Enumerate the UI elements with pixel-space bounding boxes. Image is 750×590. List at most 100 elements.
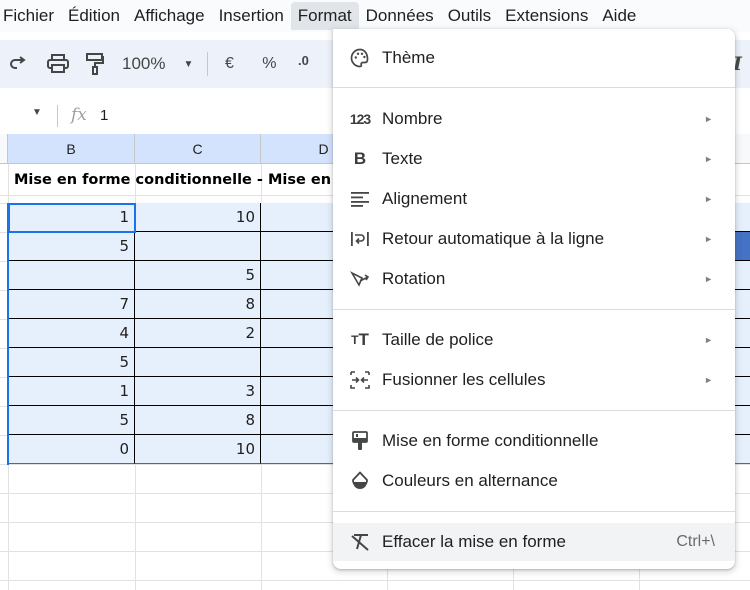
menu-donnees[interactable]: Données	[359, 2, 441, 30]
cell-c4[interactable]: 8	[135, 290, 261, 319]
fx-icon: fx	[71, 105, 87, 125]
column-header-b[interactable]: B	[8, 134, 135, 164]
cell-b7[interactable]: 1	[8, 377, 135, 406]
menu-item-alignment[interactable]: Alignement ►	[333, 181, 735, 217]
menu-item-label: Couleurs en alternance	[382, 471, 558, 490]
cell-c2[interactable]	[135, 232, 261, 261]
cell-b4[interactable]: 7	[8, 290, 135, 319]
submenu-arrow-icon: ►	[704, 154, 713, 164]
redo-button[interactable]	[8, 49, 28, 79]
text-wrap-icon	[349, 228, 371, 250]
menu-item-label: Mise en forme conditionnelle	[382, 431, 599, 450]
menu-divider	[333, 410, 735, 411]
menu-item-number[interactable]: 123 Nombre ►	[333, 101, 735, 137]
menu-aide[interactable]: Aide	[595, 2, 643, 30]
menu-item-label: Rotation	[382, 269, 446, 288]
cell-c3[interactable]: 5	[135, 261, 261, 290]
submenu-arrow-icon: ►	[704, 335, 713, 345]
print-button[interactable]	[46, 49, 70, 79]
formula-input[interactable]: 1	[100, 107, 108, 124]
submenu-arrow-icon: ►	[704, 114, 713, 124]
column-header-c[interactable]: C	[135, 134, 261, 164]
cell-c8[interactable]: 8	[135, 406, 261, 435]
menu-item-conditional-formatting[interactable]: Mise en forme conditionnelle	[333, 423, 735, 459]
menu-item-label: Texte	[382, 149, 423, 168]
active-cell-outline	[8, 203, 136, 233]
menu-edition[interactable]: Édition	[61, 2, 127, 30]
menu-item-label: Alignement	[382, 189, 468, 208]
menu-item-label: Nombre	[382, 109, 443, 128]
chevron-down-icon: ▼	[183, 58, 194, 70]
submenu-arrow-icon: ►	[704, 375, 713, 385]
euro-icon: €	[224, 55, 234, 72]
menu-divider	[333, 309, 735, 310]
cell-b9[interactable]: 0	[8, 435, 135, 464]
shortcut-label: Ctrl+\	[676, 533, 715, 550]
menu-bar: Fichier Édition Affichage Insertion Form…	[0, 0, 750, 32]
cell-b2[interactable]: 5	[8, 232, 135, 261]
cell-c6[interactable]	[135, 348, 261, 377]
paint-roller-icon	[349, 430, 371, 452]
cell-c5[interactable]: 2	[135, 319, 261, 348]
menu-item-merge[interactable]: Fusionner les cellules ►	[333, 362, 735, 398]
zoom-select[interactable]: 100% ▼	[122, 49, 193, 79]
menu-item-label: Effacer la mise en forme	[382, 532, 566, 551]
menu-item-font-size[interactable]: TT Taille de police ►	[333, 322, 735, 358]
submenu-arrow-icon: ►	[704, 234, 713, 244]
menu-item-label: Fusionner les cellules	[382, 370, 546, 389]
menu-item-theme[interactable]: Thème	[333, 40, 735, 76]
number-123-icon: 123	[349, 111, 371, 127]
menu-fichier[interactable]: Fichier	[0, 2, 61, 30]
cell-b8[interactable]: 5	[8, 406, 135, 435]
selection-left-edge	[7, 203, 9, 465]
zoom-value: 100%	[122, 54, 166, 73]
format-menu: Thème 123 Nombre ► B Texte ► Alignement …	[333, 29, 735, 569]
menu-item-label: Taille de police	[382, 330, 494, 349]
menu-affichage[interactable]: Affichage	[127, 2, 212, 30]
bold-icon: B	[353, 149, 367, 168]
menu-item-alternating-colors[interactable]: Couleurs en alternance	[333, 463, 735, 499]
decrease-decimal-button[interactable]: .0	[292, 49, 314, 79]
drop-half-icon	[349, 470, 371, 492]
menu-item-label: Thème	[382, 48, 435, 67]
menu-item-text[interactable]: B Texte ►	[333, 141, 735, 177]
merge-cells-icon	[349, 369, 371, 391]
cell-c9[interactable]: 10	[135, 435, 261, 464]
clear-format-icon	[349, 531, 371, 553]
cell-b5[interactable]: 4	[8, 319, 135, 348]
menu-item-clear-formatting[interactable]: Effacer la mise en forme Ctrl+\	[333, 523, 735, 561]
submenu-arrow-icon: ►	[704, 194, 713, 204]
menu-divider	[333, 511, 735, 512]
menu-item-wrap[interactable]: Retour automatique à la ligne ►	[333, 221, 735, 257]
grid-row-line	[0, 580, 750, 581]
toolbar-divider	[207, 52, 209, 76]
cell-c7[interactable]: 3	[135, 377, 261, 406]
spreadsheet-app: Fichier Édition Affichage Insertion Form…	[0, 0, 750, 590]
decrease-decimal-icon: .0	[297, 52, 309, 68]
paint-format-icon	[86, 53, 104, 75]
align-left-icon	[349, 188, 371, 210]
paint-format-button[interactable]	[84, 49, 106, 79]
row-header-strip	[0, 134, 8, 164]
font-size-icon: TT	[351, 330, 369, 349]
title-cell[interactable]: Mise en forme conditionnelle - Mise en s…	[14, 172, 355, 188]
percent-icon: %	[262, 55, 277, 72]
formula-divider	[57, 105, 58, 127]
cell-c1[interactable]: 10	[135, 203, 261, 232]
menu-insertion[interactable]: Insertion	[212, 2, 291, 30]
currency-button[interactable]: €	[220, 49, 238, 79]
highlighted-row-segment	[735, 232, 750, 260]
submenu-arrow-icon: ►	[704, 274, 713, 284]
palette-icon	[349, 47, 371, 69]
menu-item-label: Retour automatique à la ligne	[382, 229, 605, 248]
menu-item-rotation[interactable]: Rotation ►	[333, 261, 735, 297]
redo-icon	[10, 56, 26, 69]
cell-b3[interactable]	[8, 261, 135, 290]
menu-extensions[interactable]: Extensions	[498, 2, 595, 30]
menu-outils[interactable]: Outils	[441, 2, 498, 30]
menu-format[interactable]: Format	[290, 2, 359, 30]
cell-b6[interactable]: 5	[8, 348, 135, 377]
name-box-dropdown[interactable]: ▼	[32, 107, 42, 118]
percent-button[interactable]: %	[260, 49, 278, 79]
menu-divider	[333, 87, 735, 88]
